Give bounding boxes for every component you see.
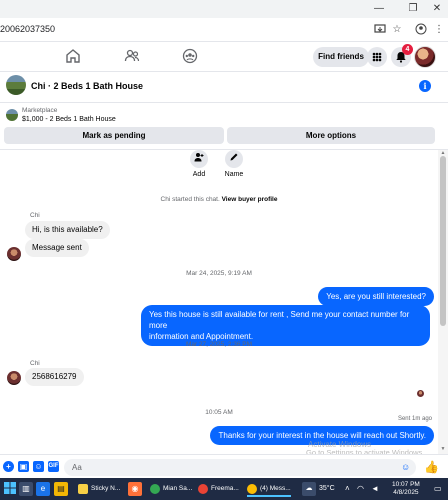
clock-date: 4/8/2025 bbox=[393, 489, 419, 496]
notification-badge: 4 bbox=[402, 44, 413, 55]
facebook-top-nav: Find friends 4 bbox=[0, 42, 448, 72]
menu-grid-button[interactable] bbox=[367, 47, 387, 67]
conversation-header: Chi · 2 Beds 1 Bath House i bbox=[0, 72, 448, 102]
photo-icon[interactable]: ▣ bbox=[18, 461, 29, 472]
browser-titlebar: — ❐ ✕ bbox=[0, 0, 448, 18]
timestamp: 10:05 AM bbox=[205, 409, 233, 416]
taskbar-app-label: (4) Mess... bbox=[260, 485, 291, 492]
system-clock[interactable]: 10:07 PM 4/8/2025 bbox=[392, 481, 420, 497]
listing-price-title[interactable]: $1,000 - 2 Beds 1 Bath House bbox=[22, 116, 116, 123]
groups-icon[interactable] bbox=[182, 48, 200, 66]
taskbar-app-chrome-1[interactable]: Mian Sa... bbox=[150, 481, 192, 497]
add-contact-action[interactable]: Add bbox=[184, 150, 214, 178]
message-outgoing[interactable]: Yes, are you still interested? bbox=[318, 287, 434, 306]
taskbar-app-label: Mian Sa... bbox=[163, 485, 193, 492]
scrollbar-thumb[interactable] bbox=[440, 156, 446, 326]
volume-icon[interactable]: ◄ bbox=[371, 484, 379, 493]
sender-name: Chi bbox=[30, 360, 40, 367]
pencil-icon bbox=[225, 150, 243, 168]
url-field[interactable]: 20062037350 bbox=[0, 24, 55, 34]
more-options-button[interactable]: More options bbox=[227, 127, 435, 144]
add-person-icon bbox=[190, 150, 208, 168]
install-app-icon[interactable] bbox=[373, 23, 387, 37]
taskbar-app-chrome-2[interactable]: Freema... bbox=[198, 481, 239, 497]
conversation-title[interactable]: Chi · 2 Beds 1 Bath House bbox=[31, 81, 143, 91]
user-avatar[interactable] bbox=[414, 46, 436, 68]
clock-time: 10:07 PM bbox=[392, 481, 420, 488]
message-input[interactable] bbox=[64, 459, 416, 476]
sender-avatar[interactable] bbox=[7, 247, 21, 261]
profile-icon[interactable] bbox=[414, 23, 428, 37]
taskbar-app-label: Sticky N... bbox=[91, 485, 121, 492]
browser-menu-icon[interactable]: ⋮ bbox=[432, 23, 446, 37]
grid-icon bbox=[372, 52, 382, 62]
taskbar-app-label: Freema... bbox=[211, 485, 239, 492]
mark-as-pending-button[interactable]: Mark as pending bbox=[4, 127, 224, 144]
sender-name: Chi bbox=[30, 212, 40, 219]
sender-avatar[interactable] bbox=[7, 371, 21, 385]
find-friends-button[interactable]: Find friends bbox=[313, 47, 369, 67]
seen-avatar bbox=[417, 390, 424, 397]
listing-thumbnail[interactable] bbox=[6, 109, 18, 121]
tray-chevron-icon[interactable]: ˄ bbox=[345, 484, 350, 493]
name-label: Name bbox=[224, 171, 244, 178]
timestamp: Mar 27, 2025, 2:36 PM bbox=[185, 341, 253, 348]
minimize-button[interactable]: — bbox=[370, 2, 388, 16]
wifi-icon[interactable]: ◠ bbox=[357, 484, 364, 493]
sticky-notes-icon bbox=[78, 484, 88, 494]
taskbar-app-sticky-notes[interactable]: Sticky N... bbox=[78, 481, 120, 497]
sticker-icon[interactable]: ☺ bbox=[33, 461, 44, 472]
temperature: 35°C bbox=[319, 485, 335, 492]
friends-icon[interactable] bbox=[124, 48, 142, 66]
emoji-icon[interactable]: ☺ bbox=[401, 462, 410, 472]
scroll-down-arrow[interactable]: ▼ bbox=[440, 446, 446, 452]
marketplace-panel: Marketplace $1,000 - 2 Beds 1 Bath House… bbox=[0, 102, 448, 150]
task-view-icon[interactable]: ▥ bbox=[19, 482, 33, 496]
message-incoming[interactable]: 2568616279 bbox=[25, 368, 84, 386]
chrome-icon bbox=[150, 484, 160, 494]
notification-center-icon[interactable]: ▭ bbox=[434, 484, 442, 493]
plus-icon[interactable]: + bbox=[3, 461, 14, 472]
chat-started-note: Chi started this chat. View buyer profil… bbox=[0, 196, 438, 203]
message-text: Yes, are you still interested? bbox=[326, 292, 426, 301]
chrome-icon bbox=[198, 484, 208, 494]
address-bar: 20062037350 ☆ ⋮ bbox=[0, 18, 448, 42]
restore-button[interactable]: ❐ bbox=[404, 2, 422, 16]
taskbar-app-messenger[interactable]: (4) Mess... bbox=[247, 481, 291, 497]
chat-started-text: Chi started this chat. bbox=[160, 196, 220, 203]
marketplace-label: Marketplace bbox=[22, 107, 58, 114]
sent-status: Sent 1m ago bbox=[397, 416, 432, 422]
timestamp: Mar 24, 2025, 9:19 AM bbox=[186, 270, 252, 277]
start-icon[interactable] bbox=[3, 482, 17, 496]
firefox-icon[interactable]: ◉ bbox=[128, 482, 142, 496]
windows-taskbar: ▥ e ▤ Sticky N... ◉ Mian Sa... Freema...… bbox=[0, 478, 448, 500]
edge-icon[interactable]: e bbox=[36, 482, 50, 496]
chrome-icon bbox=[247, 484, 257, 494]
message-composer: + ▣ ☺ GIF Aa ☺ 👍 bbox=[0, 454, 448, 478]
gif-icon[interactable]: GIF bbox=[48, 461, 59, 472]
message-incoming[interactable]: Hi, is this available? bbox=[25, 221, 110, 239]
info-icon[interactable]: i bbox=[419, 80, 431, 92]
message-text: Thanks for your interest in the house wi… bbox=[218, 431, 426, 440]
close-button[interactable]: ✕ bbox=[428, 2, 446, 16]
message-input-placeholder: Aa bbox=[72, 463, 82, 472]
message-text-line: Yes this house is still available for re… bbox=[149, 310, 410, 330]
message-outgoing[interactable]: Yes this house is still available for re… bbox=[141, 305, 430, 346]
name-action[interactable]: Name bbox=[219, 150, 249, 178]
weather-icon[interactable]: ☁ bbox=[302, 482, 316, 496]
scroll-up-arrow[interactable]: ▲ bbox=[440, 150, 446, 156]
view-buyer-profile-link[interactable]: View buyer profile bbox=[222, 196, 278, 203]
thumbs-up-icon[interactable]: 👍 bbox=[424, 460, 439, 474]
home-icon[interactable] bbox=[65, 48, 83, 66]
listing-avatar[interactable] bbox=[6, 75, 26, 95]
bookmark-star-icon[interactable]: ☆ bbox=[390, 23, 404, 37]
chat-thread[interactable]: ▲ ▼ Add Name Chi started this chat. View… bbox=[0, 150, 448, 454]
file-explorer-icon[interactable]: ▤ bbox=[54, 482, 68, 496]
add-label: Add bbox=[192, 171, 206, 178]
message-incoming[interactable]: Message sent bbox=[25, 239, 89, 257]
